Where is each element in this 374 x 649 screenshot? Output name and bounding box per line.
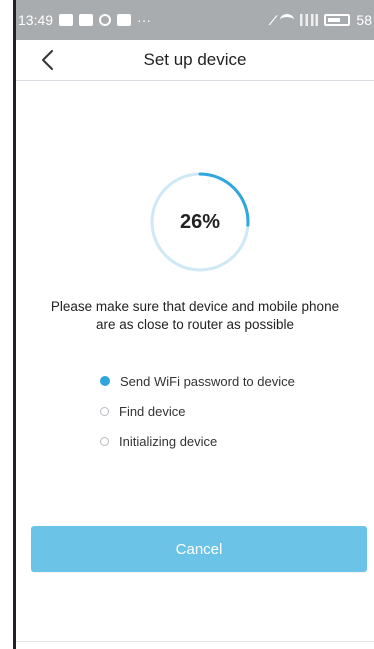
- page-title: Set up device: [143, 50, 247, 69]
- instruction-text: Please make sure that device and mobile …: [16, 298, 374, 334]
- step-item: Initializing device: [100, 426, 360, 456]
- chevron-left-icon: [42, 50, 53, 70]
- progress-indicator: 26%: [148, 170, 252, 274]
- top-app-bar: Set up device: [16, 40, 374, 81]
- signal-icon: [300, 14, 319, 26]
- step-label: Find device: [119, 403, 186, 419]
- step-item: Send WiFi password to device: [100, 366, 360, 396]
- bottom-divider: [16, 641, 374, 642]
- step-label: Initializing device: [119, 433, 218, 449]
- mail-icon: [59, 14, 74, 26]
- status-right-group: ⁄ 58: [270, 12, 374, 28]
- status-left-group: 13:49 ···: [16, 12, 151, 28]
- status-time: 13:49: [18, 12, 54, 28]
- battery-level: 58: [356, 12, 372, 28]
- radio-filled-icon: [100, 376, 110, 386]
- setup-steps: Send WiFi password to device Find device…: [100, 366, 360, 456]
- step-item: Find device: [100, 396, 360, 426]
- wifi-icon: [280, 14, 295, 26]
- instruction-line-1: Please make sure that device and mobile …: [50, 299, 340, 314]
- step-label: Send WiFi password to device: [120, 373, 295, 389]
- back-button[interactable]: [32, 44, 62, 76]
- cancel-button[interactable]: Cancel: [31, 526, 367, 572]
- radio-empty-icon: [100, 436, 109, 446]
- mute-icon: ⁄: [270, 12, 276, 28]
- battery-icon: [324, 14, 351, 26]
- message-icon: [79, 14, 94, 26]
- app-screen: 13:49 ··· ⁄ 58 Set up device 26% Please …: [0, 0, 374, 649]
- instruction-line-2: are as close to router as possible: [95, 317, 295, 332]
- alarm-icon: [99, 14, 112, 26]
- notification-icon: [117, 14, 132, 26]
- radio-empty-icon: [100, 406, 109, 416]
- more-notifications-icon: ···: [137, 12, 152, 28]
- status-bar: 13:49 ··· ⁄ 58: [16, 0, 374, 40]
- progress-percent: 26%: [179, 210, 221, 233]
